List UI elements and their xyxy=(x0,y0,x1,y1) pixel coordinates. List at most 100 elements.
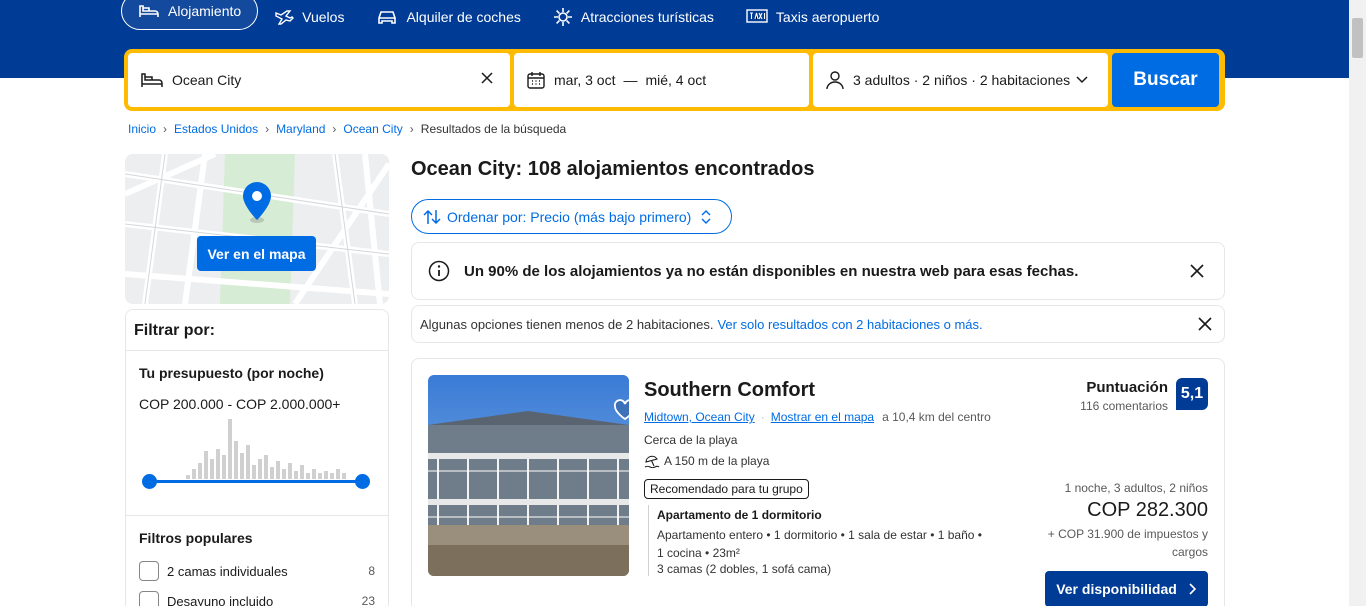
budget-title: Tu presupuesto (por noche) xyxy=(139,365,324,381)
score-badge: 5,1 xyxy=(1176,378,1208,410)
chevron-right-icon xyxy=(1189,583,1196,595)
dates-field[interactable]: mar, 3 oct — mié, 4 oct xyxy=(514,53,809,107)
filter-option-count: 8 xyxy=(368,564,375,578)
price: COP 282.300 xyxy=(1087,499,1208,521)
budget-slider-max-handle[interactable] xyxy=(355,474,370,489)
filter-option[interactable]: 2 camas individuales 8 xyxy=(139,556,375,586)
button-label: Ver disponibilidad xyxy=(1056,581,1177,597)
filters-panel: Filtrar por: Tu presupuesto (por noche) … xyxy=(125,309,389,606)
chevron-right-icon: › xyxy=(265,122,270,136)
attractions-icon xyxy=(553,7,572,26)
beach-distance: A 150 m de la playa xyxy=(644,454,769,468)
budget-slider-track[interactable] xyxy=(150,480,363,483)
close-icon[interactable] xyxy=(1198,317,1212,331)
beach-icon xyxy=(644,454,660,468)
chevron-right-icon: › xyxy=(409,122,414,136)
scrollbar-thumb[interactable] xyxy=(1352,18,1363,58)
rooms-alert: Algunas opciones tienen menos de 2 habit… xyxy=(411,305,1225,343)
nav-tab-airport-taxis[interactable]: Taxis aeropuerto xyxy=(730,0,896,35)
alert-text: Algunas opciones tienen menos de 2 habit… xyxy=(420,316,714,332)
area-link[interactable]: Midtown, Ocean City xyxy=(644,410,755,424)
clear-icon[interactable] xyxy=(480,71,494,88)
bed-icon xyxy=(140,71,164,89)
price-meta: 1 noche, 3 adultos, 2 niños xyxy=(1064,481,1208,495)
breadcrumb-link[interactable]: Estados Unidos xyxy=(174,122,258,136)
destination-value: Ocean City xyxy=(172,72,242,88)
unit-beds: 3 camas (2 dobles, 1 sofá cama) xyxy=(657,562,832,576)
car-icon xyxy=(378,10,397,24)
date-separator: — xyxy=(623,72,638,88)
unit-description: Apartamento entero • 1 dormitorio • 1 sa… xyxy=(657,528,982,560)
unit-title: Apartamento de 1 dormitorio xyxy=(657,508,822,522)
separator-dot: · xyxy=(760,410,765,424)
breadcrumb-current: Resultados de la búsqueda xyxy=(420,122,567,136)
filter-option-count: 23 xyxy=(361,594,375,606)
nav-label: Vuelos xyxy=(302,8,345,25)
distance-text: a 10,4 km del centro xyxy=(882,410,991,424)
check-availability-button[interactable]: Ver disponibilidad xyxy=(1045,571,1208,606)
nav-tab-flights[interactable]: Vuelos xyxy=(258,0,360,35)
show-on-map-link[interactable]: Mostrar en el mapa xyxy=(771,410,874,424)
guests-value: 3 adultos · 2 niños · 2 habitaciones xyxy=(853,72,1071,88)
score-label: Puntuación xyxy=(1086,379,1168,396)
sort-label: Ordenar por: Precio (más bajo primero) xyxy=(447,208,692,225)
price-histogram xyxy=(186,419,346,479)
map-illustration xyxy=(125,154,389,304)
guests-field[interactable]: 3 adultos · 2 niños · 2 habitaciones xyxy=(813,53,1108,107)
close-icon[interactable] xyxy=(1190,264,1204,278)
map-preview[interactable]: Ver en el mapa xyxy=(125,154,389,304)
map-pin-icon xyxy=(243,182,271,223)
nav-label: Taxis aeropuerto xyxy=(775,8,880,25)
property-name[interactable]: Southern Comfort xyxy=(644,379,815,402)
date-from: mar, 3 oct xyxy=(554,72,616,88)
calendar-icon xyxy=(526,70,546,90)
budget-range: COP 200.000 - COP 2.000.000+ xyxy=(139,396,341,412)
unit-details: Apartamento de 1 dormitorio Apartamento … xyxy=(648,505,988,576)
budget-slider-min-handle[interactable] xyxy=(142,474,157,489)
search-bar: Ocean City mar, 3 oct — mié, 4 oct 3 adu… xyxy=(124,49,1225,111)
near-beach-text: Cerca de la playa xyxy=(644,433,738,447)
chevron-right-icon: › xyxy=(332,122,337,136)
checkbox[interactable] xyxy=(139,591,159,606)
nav-tab-car-rental[interactable]: Alquiler de coches xyxy=(360,0,536,35)
filter-option[interactable]: Desayuno incluido 23 xyxy=(139,586,375,606)
view-map-button[interactable]: Ver en el mapa xyxy=(197,236,316,271)
heart-icon[interactable] xyxy=(612,397,629,423)
filters-title: Filtrar por: xyxy=(126,310,388,351)
top-nav: Alojamiento Vuelos Alquiler de coches At… xyxy=(121,0,895,33)
destination-field[interactable]: Ocean City xyxy=(128,53,510,107)
search-button[interactable]: Buscar xyxy=(1112,53,1219,107)
results-title: Ocean City: 108 alojamientos encontrados xyxy=(411,158,815,180)
chevron-down-icon xyxy=(1076,76,1088,84)
filter-option-label: 2 camas individuales xyxy=(167,563,288,579)
review-count: 116 comentarios xyxy=(1080,399,1168,413)
nav-tab-stays[interactable]: Alojamiento xyxy=(121,0,259,30)
breadcrumb: Inicio › Estados Unidos › Maryland › Oce… xyxy=(128,122,566,136)
taxes-text: + COP 31.900 de impuestos y cargos xyxy=(1047,527,1208,559)
breadcrumb-link[interactable]: Maryland xyxy=(276,122,325,136)
breadcrumb-link[interactable]: Inicio xyxy=(128,122,156,136)
chevron-right-icon: › xyxy=(163,122,168,136)
popular-filters-title: Filtros populares xyxy=(139,530,253,546)
nav-label: Alojamiento xyxy=(168,2,242,19)
alert-text: Un 90% de los alojamientos ya no están d… xyxy=(464,262,1079,280)
rooms-filter-link[interactable]: Ver solo resultados con 2 habitaciones o… xyxy=(717,317,982,332)
bed-icon xyxy=(139,4,159,17)
property-location: Midtown, Ocean City · Mostrar en el mapa… xyxy=(644,410,991,424)
info-icon xyxy=(428,260,450,282)
nav-label: Atracciones turísticas xyxy=(580,8,714,25)
page-scrollbar[interactable] xyxy=(1349,0,1366,606)
plane-icon xyxy=(275,9,295,25)
nav-tab-attractions[interactable]: Atracciones turísticas xyxy=(537,0,730,35)
sort-button[interactable]: Ordenar por: Precio (más bajo primero) xyxy=(411,199,732,234)
checkbox[interactable] xyxy=(139,561,159,581)
beach-text: A 150 m de la playa xyxy=(664,454,770,468)
breadcrumb-link[interactable]: Ocean City xyxy=(343,122,402,136)
recommended-badge: Recomendado para tu grupo xyxy=(644,479,809,499)
popular-filters: Filtros populares 2 camas individuales 8… xyxy=(126,516,388,606)
filter-option-label: Desayuno incluido xyxy=(167,593,274,606)
property-card: Southern Comfort Midtown, Ocean City · M… xyxy=(411,358,1225,606)
property-photo[interactable] xyxy=(428,375,629,576)
availability-alert: Un 90% de los alojamientos ya no están d… xyxy=(411,242,1225,300)
date-to: mié, 4 oct xyxy=(645,72,707,88)
